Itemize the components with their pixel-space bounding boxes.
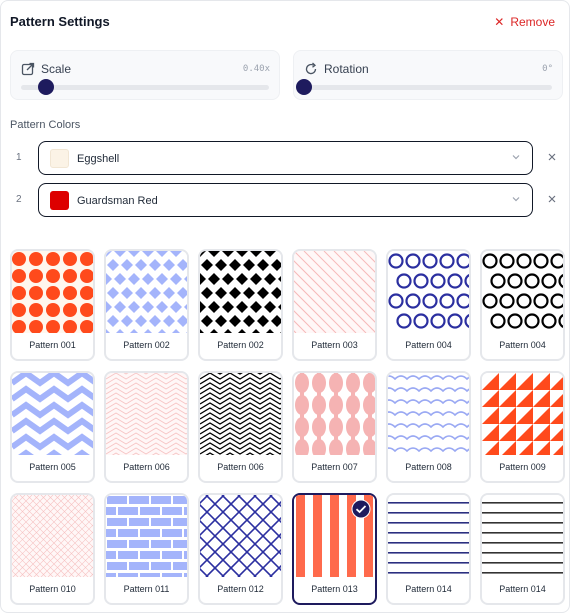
pattern-label: Pattern 003 bbox=[311, 340, 358, 350]
pattern-tile[interactable]: Pattern 009 bbox=[480, 371, 565, 483]
pattern-preview bbox=[482, 251, 563, 333]
pattern-colors-heading: Pattern Colors bbox=[10, 119, 81, 131]
close-icon: ✕ bbox=[494, 15, 505, 29]
check-icon bbox=[351, 499, 371, 519]
pattern-label: Pattern 011 bbox=[123, 584, 170, 594]
pattern-tile[interactable]: Pattern 008 bbox=[386, 371, 471, 483]
color-name: Guardsman Red bbox=[77, 195, 158, 207]
pattern-preview bbox=[200, 251, 281, 341]
color-select-2[interactable]: Guardsman Red bbox=[38, 183, 533, 217]
scale-control: Scale 0.40x bbox=[10, 50, 280, 100]
pattern-tile[interactable]: Pattern 006 bbox=[198, 371, 283, 483]
pattern-preview bbox=[12, 495, 93, 578]
pattern-tile[interactable]: Pattern 004 bbox=[480, 249, 565, 361]
chevron-down-icon bbox=[512, 197, 520, 202]
panel-header: Pattern Settings ✕ Remove bbox=[10, 13, 555, 31]
scale-slider-track[interactable] bbox=[21, 85, 269, 90]
color-row-2: 2 Guardsman Red bbox=[10, 183, 562, 217]
pattern-label: Pattern 005 bbox=[29, 462, 76, 472]
pattern-tile[interactable]: Pattern 014 bbox=[386, 493, 471, 605]
pattern-label: Pattern 010 bbox=[29, 584, 76, 594]
pattern-preview bbox=[200, 495, 281, 578]
scale-value: 0.40x bbox=[242, 64, 270, 74]
pattern-preview bbox=[388, 373, 469, 455]
pattern-tile[interactable]: Pattern 007 bbox=[292, 371, 377, 483]
pattern-label: Pattern 008 bbox=[405, 462, 452, 472]
pattern-label: Pattern 009 bbox=[499, 462, 546, 472]
pattern-preview bbox=[482, 373, 563, 458]
pattern-label: Pattern 014 bbox=[499, 584, 546, 594]
pattern-label: Pattern 007 bbox=[311, 462, 358, 472]
pattern-tile[interactable]: Pattern 014 bbox=[480, 493, 565, 605]
color-swatch bbox=[50, 191, 69, 210]
pattern-tile[interactable]: Pattern 011 bbox=[104, 493, 189, 605]
pattern-label: Pattern 004 bbox=[499, 340, 546, 350]
scale-slider-thumb[interactable] bbox=[38, 79, 54, 95]
color-index: 1 bbox=[16, 152, 22, 163]
pattern-tile[interactable]: Pattern 012 bbox=[198, 493, 283, 605]
pattern-label: Pattern 012 bbox=[217, 584, 264, 594]
color-swatch bbox=[50, 149, 69, 168]
pattern-settings-panel: Pattern Settings ✕ Remove Scale 0.40x Ro… bbox=[0, 0, 570, 613]
pattern-tile[interactable]: Pattern 006 bbox=[104, 371, 189, 483]
pattern-label: Pattern 002 bbox=[123, 340, 170, 350]
pattern-preview bbox=[106, 251, 187, 341]
pattern-label: Pattern 013 bbox=[311, 584, 358, 594]
pattern-preview bbox=[106, 495, 187, 581]
pattern-tile[interactable]: Pattern 013 bbox=[292, 493, 377, 605]
pattern-preview bbox=[12, 251, 93, 334]
pattern-preview bbox=[388, 251, 469, 333]
remove-color-icon[interactable] bbox=[546, 151, 558, 163]
remove-button[interactable]: ✕ Remove bbox=[494, 13, 555, 31]
scale-label: Scale bbox=[41, 62, 72, 76]
pattern-tile[interactable]: Pattern 010 bbox=[10, 493, 95, 605]
chevron-down-icon bbox=[512, 155, 520, 160]
pattern-preview bbox=[388, 495, 469, 577]
pattern-preview bbox=[294, 373, 375, 459]
pattern-preview bbox=[482, 495, 563, 577]
rotation-control: Rotation 0° bbox=[293, 50, 563, 100]
pattern-label: Pattern 014 bbox=[405, 584, 452, 594]
color-row-1: 1 Eggshell bbox=[10, 141, 562, 175]
pattern-preview bbox=[200, 373, 281, 465]
pattern-tile[interactable]: Pattern 003 bbox=[292, 249, 377, 361]
pattern-tile[interactable]: Pattern 001 bbox=[10, 249, 95, 361]
rotate-icon bbox=[305, 62, 317, 75]
pattern-preview bbox=[12, 373, 93, 467]
rotation-label: Rotation bbox=[324, 62, 369, 76]
pattern-label: Pattern 004 bbox=[405, 340, 452, 350]
pattern-tile[interactable]: Pattern 002 bbox=[198, 249, 283, 361]
color-name: Eggshell bbox=[77, 153, 120, 165]
pattern-tile[interactable]: Pattern 002 bbox=[104, 249, 189, 361]
pattern-preview bbox=[294, 251, 375, 334]
pattern-label: Pattern 002 bbox=[217, 340, 264, 350]
panel-title: Pattern Settings bbox=[10, 14, 110, 29]
pattern-label: Pattern 006 bbox=[217, 462, 264, 472]
pattern-label: Pattern 006 bbox=[123, 462, 170, 472]
pattern-tile[interactable]: Pattern 004 bbox=[386, 249, 471, 361]
pattern-preview bbox=[106, 373, 187, 465]
rotation-value: 0° bbox=[542, 64, 553, 74]
remove-color-icon[interactable] bbox=[546, 193, 558, 205]
rotation-slider-thumb[interactable] bbox=[296, 79, 312, 95]
remove-label: Remove bbox=[510, 15, 555, 29]
rotation-slider-track[interactable] bbox=[304, 85, 552, 90]
pattern-tile[interactable]: Pattern 005 bbox=[10, 371, 95, 483]
color-index: 2 bbox=[16, 194, 22, 205]
resize-icon bbox=[21, 62, 35, 76]
color-select-1[interactable]: Eggshell bbox=[38, 141, 533, 175]
pattern-label: Pattern 001 bbox=[29, 340, 76, 350]
